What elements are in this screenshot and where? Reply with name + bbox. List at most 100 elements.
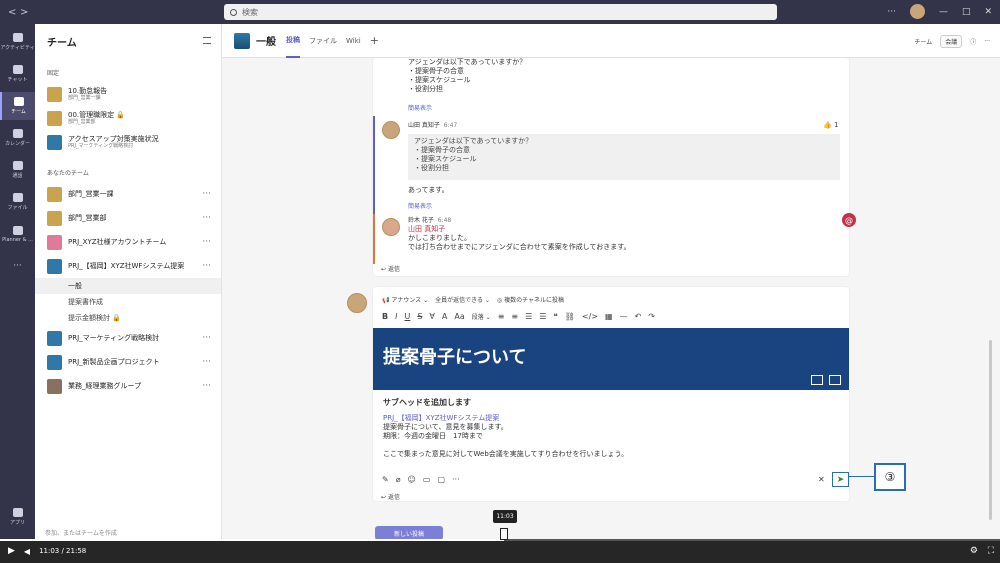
emoji-icon[interactable]: ☺ bbox=[408, 475, 416, 484]
code-icon[interactable]: </> bbox=[582, 312, 598, 321]
background-icon[interactable] bbox=[811, 375, 823, 385]
reply-setting[interactable]: 全員が返信できる ⌄ bbox=[435, 295, 490, 304]
more-icon[interactable]: ··· bbox=[984, 38, 990, 45]
pinned-channel[interactable]: アクセスアップ対策実施状況 PRJ_マーケティング戦略検討 bbox=[35, 130, 221, 154]
window-controls: ··· — □ ✕ bbox=[887, 4, 992, 19]
rail-apps[interactable]: アプリ bbox=[0, 503, 35, 531]
channel-proposal[interactable]: 提案書作成 bbox=[35, 294, 221, 310]
avatar[interactable] bbox=[909, 4, 925, 19]
divider-icon[interactable]: — bbox=[620, 312, 628, 321]
tab-wiki[interactable]: Wiki bbox=[346, 24, 361, 58]
font-color-icon[interactable]: A bbox=[442, 312, 447, 321]
filter-icon[interactable] bbox=[203, 37, 211, 44]
rail-planner[interactable]: Planner & ... bbox=[0, 220, 35, 248]
minimize-button[interactable]: — bbox=[939, 7, 948, 17]
more-icon[interactable]: ··· bbox=[887, 7, 896, 17]
collapse-link[interactable]: 簡易表示 bbox=[408, 104, 432, 113]
team-item[interactable]: 部門_営業一課 ··· bbox=[35, 182, 221, 206]
team-item[interactable]: PRJ_【福岡】XYZ社WFシステム提案 ··· bbox=[35, 254, 221, 278]
tab-files[interactable]: ファイル bbox=[309, 24, 337, 58]
paragraph-select[interactable]: 段落 ⌄ bbox=[472, 312, 491, 321]
tab-posts[interactable]: 投稿 bbox=[286, 24, 300, 58]
table-icon[interactable]: ▦ bbox=[605, 312, 613, 321]
forward-icon[interactable]: > bbox=[20, 7, 40, 18]
maximize-button[interactable]: □ bbox=[962, 7, 971, 17]
sticker-icon[interactable]: ▢ bbox=[437, 475, 445, 484]
number-list-icon[interactable]: ☰ bbox=[539, 312, 546, 321]
more-options-icon[interactable]: ··· bbox=[202, 261, 211, 271]
progress-thumb[interactable] bbox=[500, 528, 508, 540]
new-post-button[interactable]: 新しい投稿 bbox=[375, 526, 443, 540]
quote-icon[interactable]: ❝ bbox=[553, 312, 557, 321]
image-icon[interactable] bbox=[829, 375, 841, 385]
join-create-team[interactable]: 参加、またはチームを作成 bbox=[35, 525, 222, 539]
redo-icon[interactable]: ↷ bbox=[648, 312, 655, 321]
subhead[interactable]: サブヘッドを追加します bbox=[383, 398, 471, 407]
avatar bbox=[382, 218, 400, 236]
strike-icon[interactable]: S bbox=[417, 312, 422, 321]
rail-files[interactable]: ファイル bbox=[0, 188, 35, 216]
team-item[interactable]: PRJ_XYZ社様アカウントチーム ··· bbox=[35, 230, 221, 254]
more-options-icon[interactable]: ··· bbox=[202, 213, 211, 223]
multi-channel-button[interactable]: ◎ 複数のチャネルに投稿 bbox=[497, 295, 564, 304]
bold-icon[interactable]: B bbox=[382, 312, 388, 321]
send-icon: ➤ bbox=[836, 474, 845, 485]
format-icon[interactable]: ✎ bbox=[382, 475, 389, 484]
undo-icon[interactable]: ↶ bbox=[635, 312, 642, 321]
volume-icon[interactable]: ◀ bbox=[24, 547, 30, 556]
rail-activity[interactable]: アクティビティ bbox=[0, 28, 35, 56]
play-icon[interactable]: ▶ bbox=[8, 546, 15, 556]
channel-general[interactable]: 一般 bbox=[35, 278, 221, 294]
rail-calendar[interactable]: カレンダー bbox=[0, 124, 35, 152]
team-name: 部門_営業部 bbox=[68, 214, 107, 222]
fullscreen-icon[interactable]: ⛶ bbox=[988, 546, 994, 556]
more-options-icon[interactable]: ··· bbox=[202, 381, 211, 391]
highlight-icon[interactable]: ∀ bbox=[429, 312, 434, 321]
more-options-icon[interactable]: ··· bbox=[202, 333, 211, 343]
discard-icon[interactable]: ✕ bbox=[818, 475, 825, 484]
more-options-icon[interactable]: ··· bbox=[202, 237, 211, 247]
more-options-icon[interactable]: ··· bbox=[202, 357, 211, 367]
underline-icon[interactable]: U bbox=[404, 312, 410, 321]
info-icon[interactable]: ⓘ bbox=[970, 37, 976, 46]
attach-icon[interactable]: ⌀ bbox=[396, 475, 401, 484]
reply-link[interactable]: ↩ 返信 bbox=[381, 492, 400, 501]
announce-button[interactable]: 📢 アナウンス ⌄ bbox=[382, 295, 428, 304]
reply-link[interactable]: ↩ 返信 bbox=[381, 264, 400, 273]
pinned-channel[interactable]: 00.管理職限定 🔒 部門_営業部 bbox=[35, 106, 221, 130]
team-item[interactable]: 業務_経理業務グループ ··· bbox=[35, 374, 221, 398]
rail-calls[interactable]: 通話 bbox=[0, 156, 35, 184]
rail-chat[interactable]: チャット bbox=[0, 60, 35, 88]
more-icon[interactable]: ··· bbox=[452, 475, 460, 484]
font-size-icon[interactable]: Aa bbox=[454, 312, 464, 321]
scrollbar[interactable] bbox=[989, 340, 992, 520]
indent-icon[interactable]: ≡ bbox=[511, 312, 518, 321]
mention[interactable]: 山田 真知子 bbox=[408, 225, 445, 234]
team-button[interactable]: チーム bbox=[914, 37, 932, 46]
add-tab-button[interactable]: + bbox=[370, 24, 379, 58]
collapse-link[interactable]: 簡易表示 bbox=[408, 202, 432, 211]
calendar-icon bbox=[12, 129, 23, 138]
team-item[interactable]: PRJ_新製品企画プロジェクト ··· bbox=[35, 350, 221, 374]
quoted-message: アジェンダは以下であっていますか？ ・提案骨子の合意 ・提案スケジュール ・役割分担 bbox=[408, 134, 840, 180]
close-button[interactable]: ✕ bbox=[984, 7, 992, 17]
team-item[interactable]: 部門_営業部 ··· bbox=[35, 206, 221, 230]
bullet-list-icon[interactable]: ☰ bbox=[525, 312, 532, 321]
gif-icon[interactable]: ▭ bbox=[423, 475, 431, 484]
like-reaction[interactable]: 👍 1 bbox=[823, 121, 838, 129]
team-item[interactable]: PRJ_マーケティング戦略検討 ··· bbox=[35, 326, 221, 350]
link-icon[interactable]: ⛓ bbox=[565, 312, 575, 321]
pinned-channel[interactable]: 10.勤怠報告 部門_営業一課 bbox=[35, 82, 221, 106]
send-button[interactable]: ➤ bbox=[832, 472, 849, 487]
search-input[interactable]: 検索 bbox=[224, 4, 777, 20]
headline-banner[interactable]: 提案骨子について bbox=[373, 328, 849, 390]
settings-icon[interactable]: ⚙ bbox=[970, 546, 978, 556]
meet-button[interactable]: 会議 bbox=[940, 35, 963, 48]
rail-more[interactable]: ··· bbox=[0, 252, 35, 280]
more-options-icon[interactable]: ··· bbox=[202, 189, 211, 199]
italic-icon[interactable]: I bbox=[395, 312, 397, 321]
rail-teams[interactable]: チーム bbox=[0, 92, 35, 120]
outdent-icon[interactable]: ≡ bbox=[498, 312, 505, 321]
compose-body[interactable]: PRJ_【福岡】XYZ社WFシステム提案 提案骨子について、意見を募集します。 … bbox=[383, 414, 628, 459]
channel-price[interactable]: 提示金額検討 🔒 bbox=[35, 310, 221, 326]
